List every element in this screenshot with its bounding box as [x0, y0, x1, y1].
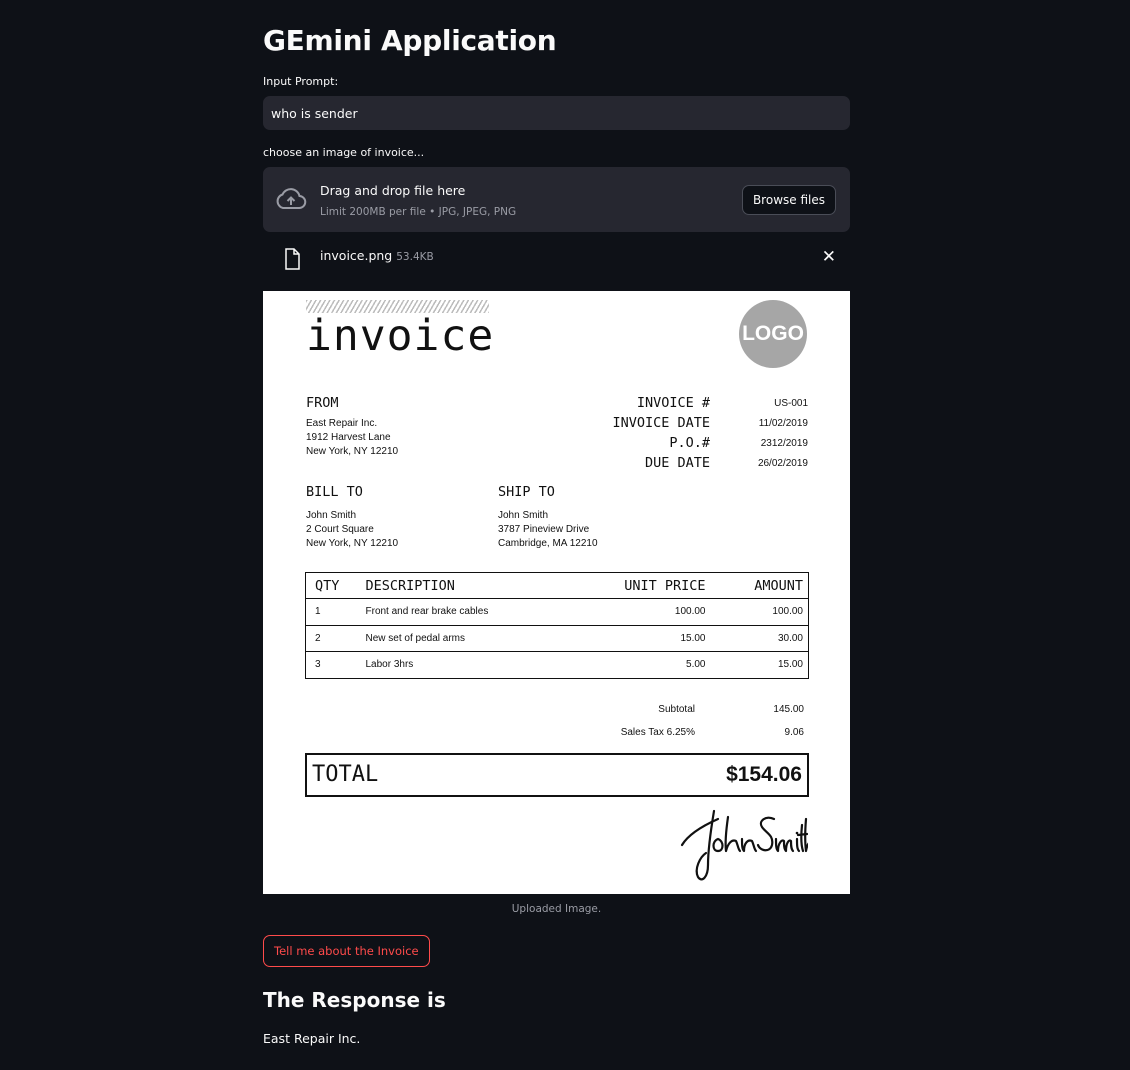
- tell-me-about-invoice-button[interactable]: Tell me about the Invoice: [263, 935, 430, 967]
- dropzone-limit: Limit 200MB per file • JPG, JPEG, PNG: [320, 206, 517, 218]
- remove-file-icon[interactable]: ✕: [822, 247, 836, 267]
- meta-value-invoice-date: 11/02/2019: [758, 418, 808, 429]
- file-dropzone[interactable]: Drag and drop file here Limit 200MB per …: [263, 167, 850, 232]
- tax-label: Sales Tax 6.25%: [620, 727, 695, 738]
- total-label: TOTAL: [312, 762, 379, 787]
- cell-description: Labor 3hrs: [365, 659, 414, 671]
- app-title: GEmini Application: [263, 24, 557, 57]
- ship-to-label: SHIP TO: [498, 484, 555, 500]
- cell-qty: 1: [305, 598, 366, 626]
- meta-label-invoice-no: INVOICE #: [636, 395, 710, 411]
- cloud-upload-icon: [276, 188, 307, 209]
- prompt-input[interactable]: [263, 96, 850, 130]
- file-icon: [285, 248, 300, 270]
- meta-label-invoice-date: INVOICE DATE: [612, 415, 710, 431]
- from-line3: New York, NY 12210: [306, 446, 399, 457]
- cell-unit-price: 15.00: [595, 625, 706, 652]
- meta-value-invoice-no: US-001: [774, 398, 808, 409]
- file-name-wrap: invoice.png 53.4KB: [320, 248, 434, 263]
- prompt-label: Input Prompt:: [263, 75, 339, 88]
- signature: [680, 809, 808, 881]
- file-name: invoice.png: [320, 248, 393, 263]
- response-text: East Repair Inc.: [263, 1031, 361, 1046]
- bill-to-line1: John Smith: [306, 510, 357, 521]
- cell-amount: 100.00: [705, 598, 809, 626]
- ship-to-line2: 3787 Pineview Drive: [498, 524, 590, 535]
- bill-to-label: BILL TO: [306, 484, 363, 500]
- cell-description: Front and rear brake cables: [365, 598, 596, 626]
- cell-amount: 15.00: [777, 659, 803, 671]
- bill-to-line3: New York, NY 12210: [306, 538, 399, 549]
- browse-files-button[interactable]: Browse files: [741, 185, 836, 215]
- col-header-amount: AMOUNT: [705, 572, 809, 599]
- subtotal-label: Subtotal: [658, 704, 695, 715]
- line-items-table: QTY DESCRIPTION UNIT PRICE AMOUNT 1 Fron…: [305, 572, 809, 679]
- meta-value-po: 2312/2019: [760, 438, 808, 449]
- uploaded-invoice-image: invoice LOGO FROM East Repair Inc. 1912 …: [263, 291, 850, 894]
- cell-qty: 3: [315, 659, 321, 671]
- table-row: 3 Labor 3hrs 5.00 15.00: [306, 652, 809, 679]
- table-row: 2 New set of pedal arms 15.00 30.00: [305, 625, 809, 652]
- subtotal-value: 145.00: [773, 704, 804, 715]
- table-header-row: QTY DESCRIPTION UNIT PRICE AMOUNT: [305, 572, 809, 599]
- total-value: $154.06: [726, 763, 802, 786]
- cell-qty: 2: [305, 625, 366, 652]
- ship-to-line3: Cambridge, MA 12210: [498, 538, 598, 549]
- cell-unit-price: 5.00: [686, 659, 706, 671]
- tax-value: 9.06: [784, 727, 804, 738]
- bill-to-line2: 2 Court Square: [306, 524, 374, 535]
- col-header-description: DESCRIPTION: [365, 572, 596, 599]
- col-header-qty: QTY: [305, 572, 366, 599]
- ship-to-line1: John Smith: [498, 510, 549, 521]
- from-line2: 1912 Harvest Lane: [306, 432, 391, 443]
- meta-label-due-date: DUE DATE: [644, 455, 710, 471]
- file-size: 53.4KB: [396, 251, 434, 263]
- uploader-label: choose an image of invoice...: [263, 146, 425, 159]
- image-caption: Uploaded Image.: [511, 903, 602, 915]
- invoice-title: invoice: [306, 311, 495, 361]
- table-row: 1 Front and rear brake cables 100.00 100…: [305, 598, 809, 626]
- total-box: TOTAL $154.06: [305, 753, 809, 797]
- logo-placeholder: LOGO: [739, 300, 807, 368]
- response-heading: The Response is: [263, 988, 446, 1012]
- from-line1: East Repair Inc.: [306, 418, 378, 429]
- cell-amount: 30.00: [705, 625, 809, 652]
- col-header-unit-price: UNIT PRICE: [595, 572, 706, 599]
- cell-unit-price: 100.00: [595, 598, 706, 626]
- dropzone-title: Drag and drop file here: [320, 183, 466, 198]
- meta-value-due-date: 26/02/2019: [757, 458, 808, 469]
- from-label: FROM: [306, 395, 339, 411]
- uploaded-file-row: invoice.png 53.4KB ✕: [263, 244, 850, 272]
- meta-label-po: P.O.#: [669, 435, 710, 451]
- cell-description: New set of pedal arms: [365, 625, 596, 652]
